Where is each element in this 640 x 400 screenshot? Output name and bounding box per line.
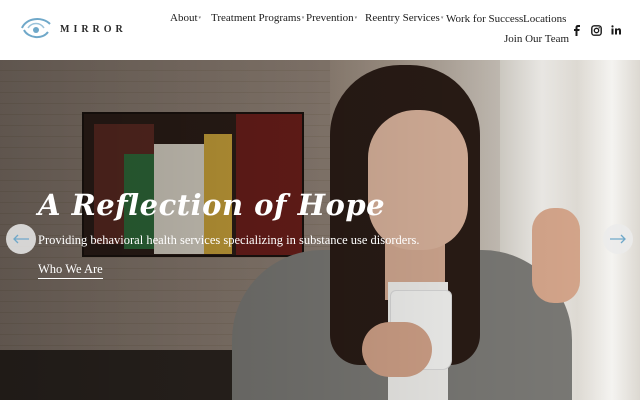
arrow-left-icon xyxy=(13,234,29,244)
site-header: MIRROR About▾ Treatment Programs▾ Preven… xyxy=(0,0,640,60)
nav-about[interactable]: About▾ xyxy=(170,12,201,24)
chevron-down-icon: ▾ xyxy=(440,16,444,22)
nav-treatment-programs[interactable]: Treatment Programs▾ xyxy=(211,12,304,24)
hero-overlay xyxy=(0,60,640,400)
nav-join-our-team[interactable]: Join Our Team xyxy=(504,33,569,45)
nav-prevention[interactable]: Prevention▾ xyxy=(306,12,357,24)
nav-about-label: About xyxy=(170,12,198,24)
nav-reentry-label: Reentry Services xyxy=(365,12,440,24)
who-we-are-link[interactable]: Who We Are xyxy=(38,262,103,279)
nav-locations[interactable]: Locations xyxy=(523,13,566,25)
nav-treatment-label: Treatment Programs xyxy=(211,12,301,24)
slider-prev-button[interactable] xyxy=(6,224,36,254)
nav-prevention-label: Prevention xyxy=(306,12,354,24)
chevron-down-icon: ▾ xyxy=(301,16,305,22)
hero-subtext: Providing behavioral health services spe… xyxy=(38,233,420,247)
mirror-logo-icon xyxy=(21,18,51,38)
hero-headline: A Reflection of Hope xyxy=(38,188,386,222)
facebook-icon[interactable] xyxy=(570,24,582,36)
brand-name: MIRROR xyxy=(60,23,127,35)
hero-banner: A Reflection of Hope Providing behaviora… xyxy=(0,60,640,400)
slider-next-button[interactable] xyxy=(603,224,633,254)
arrow-right-icon xyxy=(610,234,626,244)
nav-work-for-success[interactable]: Work for Success xyxy=(446,13,523,25)
linkedin-icon[interactable] xyxy=(610,24,622,36)
chevron-down-icon: ▾ xyxy=(354,16,358,22)
nav-reentry-services[interactable]: Reentry Services▾ xyxy=(365,12,443,24)
instagram-icon[interactable] xyxy=(590,24,602,36)
chevron-down-icon: ▾ xyxy=(198,16,202,22)
logo[interactable]: MIRROR xyxy=(18,12,128,46)
